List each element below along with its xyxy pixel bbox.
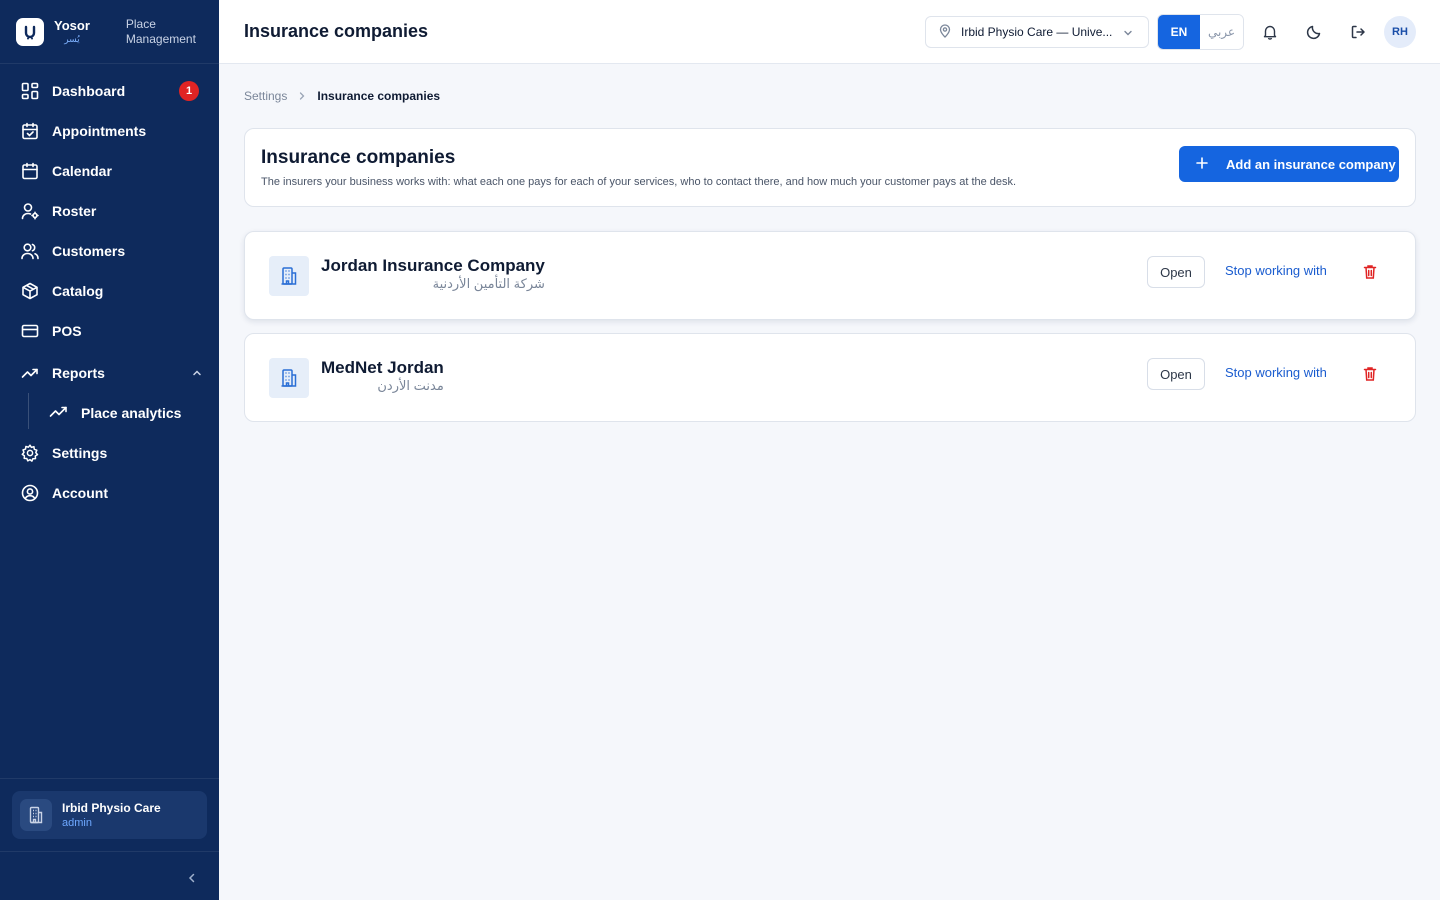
sidebar-item-label: Calendar bbox=[52, 163, 112, 179]
lang-ar-button[interactable]: عربي bbox=[1200, 15, 1243, 49]
avatar[interactable]: RH bbox=[1384, 16, 1416, 48]
brand: Yosor يُسر Place Management bbox=[0, 0, 219, 64]
sidebar-item-roster[interactable]: Roster bbox=[0, 191, 219, 231]
notification-badge: 1 bbox=[179, 81, 199, 101]
logout-icon[interactable] bbox=[1348, 22, 1368, 42]
sidebar: Yosor يُسر Place Management Dashboard 1 … bbox=[0, 0, 219, 900]
trending-up-icon bbox=[20, 363, 40, 383]
moon-icon[interactable] bbox=[1304, 22, 1324, 42]
section-description: The insurers your business works with: w… bbox=[261, 176, 1017, 188]
grid-icon bbox=[20, 81, 40, 101]
breadcrumb-current: Insurance companies bbox=[317, 89, 441, 103]
sidebar-item-dashboard[interactable]: Dashboard 1 bbox=[0, 71, 219, 111]
company-name: MedNet Jordan bbox=[321, 358, 444, 377]
plus-icon bbox=[1195, 156, 1209, 173]
open-button[interactable]: Open bbox=[1147, 256, 1205, 288]
credit-card-icon bbox=[20, 321, 40, 341]
stop-working-with-button[interactable]: Stop working with bbox=[1225, 263, 1327, 278]
sidebar-item-label: Appointments bbox=[52, 123, 147, 139]
branch-select[interactable]: Irbid Physio Care — Unive... bbox=[925, 16, 1149, 48]
lang-en-button[interactable]: EN bbox=[1158, 15, 1200, 49]
users-icon bbox=[20, 241, 40, 261]
user-circle-icon bbox=[20, 483, 40, 503]
company-names: MedNet Jordan مدنت الأردن bbox=[321, 358, 444, 394]
sidebar-nav: Dashboard 1 Appointments Calendar Roster bbox=[0, 64, 219, 513]
calendar-check-icon bbox=[20, 121, 40, 141]
sidebar-item-label: Catalog bbox=[52, 283, 104, 299]
trash-icon[interactable] bbox=[1362, 365, 1378, 383]
brand-subtitle: Place Management bbox=[126, 17, 196, 47]
org-name: Irbid Physio Care bbox=[62, 800, 161, 815]
sidebar-item-label: Place analytics bbox=[81, 405, 182, 421]
brand-name: Yosor يُسر bbox=[54, 19, 90, 44]
map-pin-icon bbox=[938, 23, 952, 41]
org-switcher[interactable]: Irbid Physio Care admin bbox=[12, 791, 207, 839]
sidebar-item-calendar[interactable]: Calendar bbox=[0, 151, 219, 191]
sidebar-collapse-bar bbox=[0, 851, 219, 900]
gear-icon bbox=[20, 443, 40, 463]
sidebar-item-label: Account bbox=[52, 485, 108, 501]
sidebar-item-reports[interactable]: Reports bbox=[0, 353, 219, 393]
sidebar-footer: Irbid Physio Care admin bbox=[0, 778, 219, 851]
company-name-ar: مدنت الأردن bbox=[377, 378, 444, 393]
building-icon bbox=[269, 358, 309, 398]
brand-name-ar: يُسر bbox=[64, 34, 80, 44]
calendar-icon bbox=[20, 161, 40, 181]
sidebar-item-label: Dashboard bbox=[52, 83, 126, 99]
chevron-down-icon bbox=[1122, 27, 1134, 42]
breadcrumb-settings-link[interactable]: Settings bbox=[244, 89, 287, 103]
open-button[interactable]: Open bbox=[1147, 358, 1205, 390]
sidebar-item-place-analytics[interactable]: Place analytics bbox=[0, 393, 219, 433]
chevron-up-icon[interactable] bbox=[191, 366, 203, 382]
company-name-ar: شركة التأمين الأردنية bbox=[432, 276, 545, 291]
brand-subtitle-line1: Place bbox=[125, 16, 156, 31]
breadcrumb: Settings Insurance companies bbox=[244, 89, 440, 103]
insurance-company-card: Jordan Insurance Company شركة التأمين ال… bbox=[244, 231, 1416, 320]
insurance-company-card: MedNet Jordan مدنت الأردن Open Stop work… bbox=[244, 333, 1416, 422]
sidebar-item-label: Reports bbox=[52, 365, 105, 381]
stop-working-with-button[interactable]: Stop working with bbox=[1225, 365, 1327, 380]
sidebar-item-label: POS bbox=[52, 323, 82, 339]
chevron-right-icon bbox=[297, 91, 307, 101]
sidebar-item-appointments[interactable]: Appointments bbox=[0, 111, 219, 151]
language-toggle: EN عربي bbox=[1157, 14, 1244, 50]
org-role: admin bbox=[62, 816, 92, 829]
brand-name-en: Yosor bbox=[54, 18, 90, 33]
topbar: Insurance companies Irbid Physio Care — … bbox=[219, 0, 1440, 64]
sidebar-item-pos[interactable]: POS bbox=[0, 311, 219, 351]
section-title: Insurance companies bbox=[261, 147, 456, 168]
sidebar-item-label: Customers bbox=[52, 243, 126, 259]
trash-icon[interactable] bbox=[1362, 263, 1378, 281]
sidebar-item-catalog[interactable]: Catalog bbox=[0, 271, 219, 311]
brand-subtitle-line2: Management bbox=[125, 31, 196, 46]
sidebar-item-label: Roster bbox=[52, 203, 97, 219]
page-title: Insurance companies bbox=[244, 21, 429, 41]
sidebar-item-label: Settings bbox=[52, 445, 108, 461]
chevron-left-icon[interactable] bbox=[187, 871, 197, 889]
trending-up-icon bbox=[49, 403, 69, 424]
sidebar-item-customers[interactable]: Customers bbox=[0, 231, 219, 271]
sidebar-item-settings[interactable]: Settings bbox=[0, 433, 219, 473]
page-header-card: Insurance companies The insurers your bu… bbox=[244, 128, 1416, 207]
company-name: Jordan Insurance Company bbox=[321, 256, 545, 275]
building-icon bbox=[20, 799, 52, 831]
add-insurance-company-button[interactable]: Add an insurance company bbox=[1179, 146, 1399, 182]
sidebar-item-account[interactable]: Account bbox=[0, 473, 219, 513]
add-insurance-company-label: Add an insurance company bbox=[1226, 156, 1396, 172]
user-gear-icon bbox=[20, 201, 40, 221]
company-names: Jordan Insurance Company شركة التأمين ال… bbox=[321, 256, 545, 292]
branch-select-value: Irbid Physio Care — Unive... bbox=[961, 25, 1113, 39]
brand-logo-icon[interactable] bbox=[16, 17, 44, 46]
package-icon bbox=[20, 281, 40, 301]
bell-icon[interactable] bbox=[1260, 22, 1280, 42]
building-icon bbox=[269, 256, 309, 296]
